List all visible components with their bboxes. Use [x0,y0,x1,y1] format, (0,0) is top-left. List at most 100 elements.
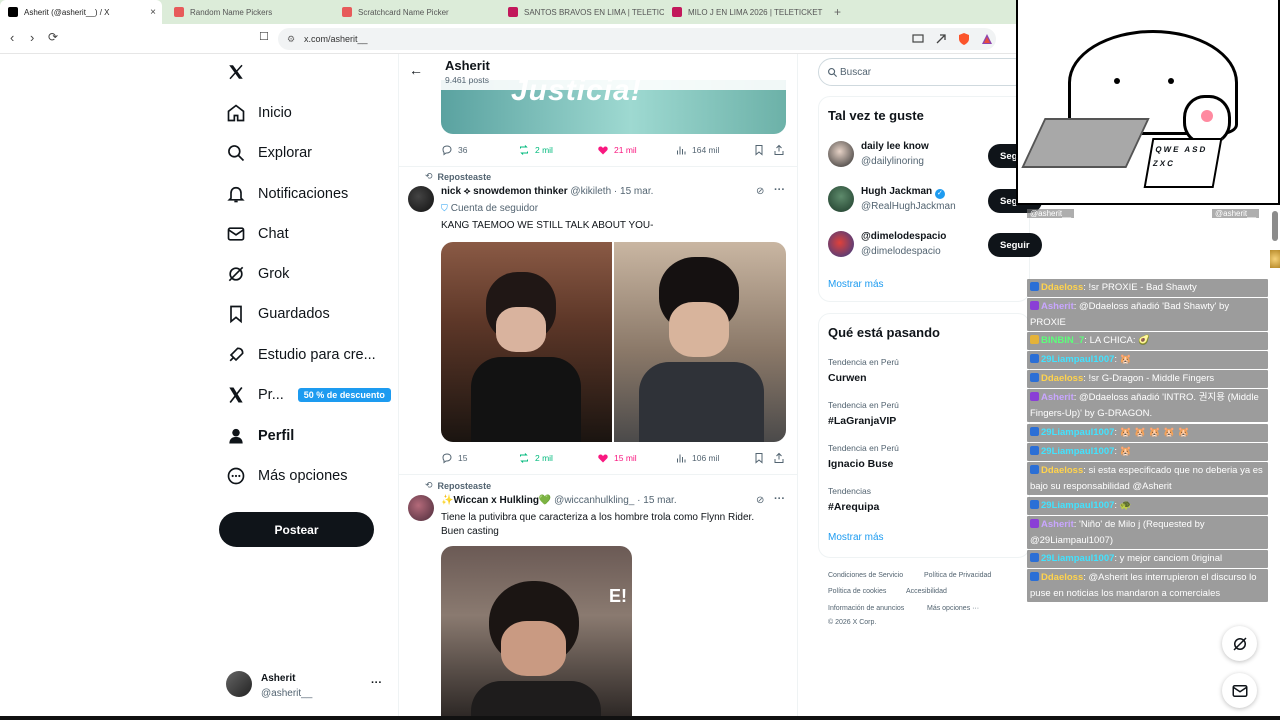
site-info-icon[interactable]: ⚙ [287,34,295,45]
author-name[interactable]: ✨Wiccan x Hulkling💚 [441,495,551,506]
messages-button[interactable] [1222,673,1257,708]
post-button[interactable]: Postear [219,512,374,547]
account-switcher[interactable]: Asherit @asherit__ ··· [226,671,386,703]
new-tab-button[interactable]: + [826,0,846,24]
nav-grok[interactable]: Grok [226,254,289,294]
nav-premium[interactable]: Pr... 50 % de descuento [226,375,391,415]
share-icon[interactable] [773,144,785,156]
footer-terms[interactable]: Condiciones de Servicio [828,572,903,579]
badge-icon [1030,572,1039,581]
bookmark-star-icon[interactable]: ☐ [259,30,269,43]
footer-privacy[interactable]: Política de Privacidad [924,572,991,579]
avatar [828,141,854,167]
grok-icon [1232,636,1247,651]
account-more-icon[interactable]: ··· [371,677,382,689]
cast-icon[interactable] [912,34,924,44]
footer-cookies[interactable]: Política de cookies [828,588,886,595]
show-more-link[interactable]: Mostrar más [828,279,884,290]
badge-icon [1030,553,1039,562]
tab-santos-bravos[interactable]: SANTOS BRAVOS EN LIMA | TELETIC... [500,0,664,24]
tab-asherit[interactable]: Asherit (@asherit__) / X × [0,0,162,24]
views-button[interactable]: 164 mil [675,144,719,156]
shield-icon: ⛉ [441,203,448,213]
nav-notifications[interactable]: Notificaciones [226,174,348,214]
nav-creator-studio[interactable]: Estudio para cre... [226,335,376,375]
photo-figure [471,357,581,442]
nav-more-options[interactable]: Más opciones [226,456,347,496]
follow-button[interactable]: Seguir [988,233,1042,257]
cat-keyboard: QWE ASD ZXC [1143,138,1223,188]
tweet-text: Tiene la putivibra que caracteriza a los… [441,512,755,537]
bookmark-icon[interactable] [753,452,765,464]
badge-icon [1030,500,1039,509]
teleticket-icon [672,7,682,17]
back-arrow-icon[interactable]: ← [409,62,423,78]
author-name[interactable]: nick ⟡ snowdemon thinker [441,186,568,197]
bookmark-icon[interactable] [753,144,765,156]
tweet-media-image[interactable] [441,242,612,442]
photo-figure [669,302,729,357]
reload-icon[interactable]: ⟳ [48,30,58,44]
grok-button[interactable] [1222,626,1257,661]
views-button[interactable]: 106 mil [675,452,719,464]
tweet-date[interactable]: · 15 mar. [614,186,653,197]
trend-item[interactable]: Tendencia en Perú #LaGranjaVIP [828,400,1018,430]
show-more-link[interactable]: Mostrar más [828,532,884,543]
nav-profile[interactable]: Perfil [226,416,294,456]
tweet-more-icon[interactable]: ··· [774,493,785,505]
divider [399,474,797,475]
heart-icon [598,146,608,155]
nav-bookmarks[interactable]: Guardados [226,294,330,334]
more-circle-icon [227,467,245,485]
share-icon[interactable] [935,33,947,45]
trend-item[interactable]: Tendencia en Perú Ignacio Buse [828,443,1018,473]
shield-icon[interactable] [958,32,970,46]
tab-random-name-pickers[interactable]: Random Name Pickers [166,0,330,24]
footer-accessibility[interactable]: Accesibilidad [906,588,947,595]
x-logo-icon [229,386,243,404]
share-icon[interactable] [773,452,785,464]
grok-icon[interactable]: ⊘ [756,495,764,506]
views-icon [677,146,686,155]
footer-more[interactable]: Más opciones ··· [927,605,979,612]
like-button[interactable]: 21 mil [597,144,637,156]
footer-ads-info[interactable]: Información de anuncios [828,605,904,612]
author-handle[interactable]: @wiccanhulkling_ [554,495,634,506]
x-logo-icon[interactable] [227,63,245,81]
tweet-media-image[interactable] [614,242,786,442]
grok-icon[interactable]: ⊘ [756,186,764,197]
tab-scratchcard[interactable]: Scratchcard Name Picker [334,0,498,24]
reply-button[interactable]: 15 [441,452,467,464]
tab-milo-j[interactable]: MILO J EN LIMA 2026 | TELETICKET [664,0,824,24]
chat-message: Ddaeloss: !sr PROXIE - Bad Shawty [1027,279,1268,297]
chat-message: 29Liampaul1007: 🐹 [1027,443,1268,461]
repost-button[interactable]: 2 mil [518,452,553,464]
paw-pad [1201,110,1213,122]
tweet-media-image[interactable]: E! [441,546,632,720]
divider [399,166,797,167]
trend-item[interactable]: Tendencia en Perú Curwen [828,357,1018,387]
overlay-scrollbar[interactable] [1272,211,1278,241]
url-input[interactable]: ⚙ x.com/asherit__ [278,28,996,50]
chat-message: 29Liampaul1007: 🐹 [1027,351,1268,369]
search-input[interactable]: Buscar [818,58,1028,86]
tweet-date[interactable]: · 15 mar. [637,495,676,506]
avatar[interactable] [408,186,434,212]
bell-icon [227,186,245,203]
trend-item[interactable]: Tendencias #Arequipa [828,486,1018,516]
back-icon[interactable]: ‹ [10,30,14,45]
reply-button[interactable]: 36 [441,144,467,156]
close-tab-icon[interactable]: × [150,7,156,18]
mail-icon [227,227,245,241]
nav-explore[interactable]: Explorar [226,133,312,173]
author-handle[interactable]: @kikileth [570,186,611,197]
trends-title: Qué está pasando [828,325,940,340]
repost-button[interactable]: 2 mil [518,144,553,156]
nav-home[interactable]: Inicio [226,93,292,133]
nav-chat[interactable]: Chat [226,214,289,254]
triangle-icon[interactable] [981,33,993,45]
like-button[interactable]: 15 mil [597,452,637,464]
forward-icon[interactable]: › [30,30,34,45]
tweet-more-icon[interactable]: ··· [774,184,785,196]
avatar[interactable] [408,495,434,521]
